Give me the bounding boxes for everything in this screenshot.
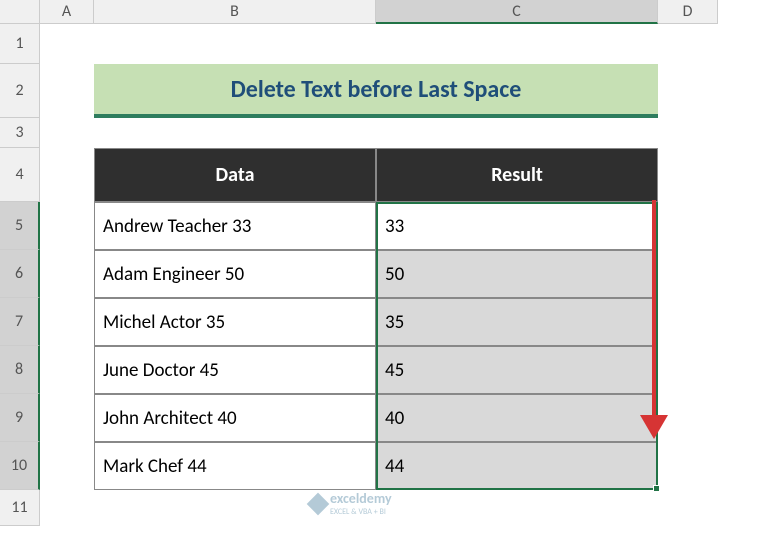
row-header-9[interactable]: 9 bbox=[0, 394, 40, 442]
result-cell-C9[interactable]: 40 bbox=[376, 394, 658, 442]
data-cell-B8[interactable]: June Doctor 45 bbox=[94, 346, 376, 394]
data-cell-B10[interactable]: Mark Chef 44 bbox=[94, 442, 376, 490]
row-header-6[interactable]: 6 bbox=[0, 250, 40, 298]
row-header-8[interactable]: 8 bbox=[0, 346, 40, 394]
spreadsheet-grid: A B C D 1 2 3 4 5 6 7 8 9 10 11 Delete T… bbox=[0, 0, 767, 542]
data-cell-B5[interactable]: Andrew Teacher 33 bbox=[94, 202, 376, 250]
col-header-B[interactable]: B bbox=[94, 0, 376, 24]
arrow-line bbox=[652, 200, 656, 420]
data-cell-B7[interactable]: Michel Actor 35 bbox=[94, 298, 376, 346]
row-header-1[interactable]: 1 bbox=[0, 24, 40, 64]
row-headers: 1 2 3 4 5 6 7 8 9 10 11 bbox=[0, 24, 40, 526]
row-header-11[interactable]: 11 bbox=[0, 490, 40, 526]
watermark-icon bbox=[307, 492, 330, 515]
select-all-corner[interactable] bbox=[0, 0, 40, 24]
watermark: exceldemy EXCEL & VBA + BI bbox=[310, 490, 392, 517]
row-header-3[interactable]: 3 bbox=[0, 118, 40, 148]
arrow-head-icon bbox=[640, 415, 668, 439]
result-cell-C7[interactable]: 35 bbox=[376, 298, 658, 346]
row-header-2[interactable]: 2 bbox=[0, 64, 40, 118]
column-headers: A B C D bbox=[0, 0, 718, 24]
col-header-D[interactable]: D bbox=[658, 0, 718, 24]
col-header-C[interactable]: C bbox=[376, 0, 658, 24]
result-cell-C8[interactable]: 45 bbox=[376, 346, 658, 394]
data-cell-B6[interactable]: Adam Engineer 50 bbox=[94, 250, 376, 298]
result-cell-C10[interactable]: 44 bbox=[376, 442, 658, 490]
title-cell[interactable]: Delete Text before Last Space bbox=[94, 64, 658, 118]
watermark-subtext: EXCEL & VBA + BI bbox=[330, 507, 392, 517]
result-cell-C5[interactable]: 33 bbox=[376, 202, 658, 250]
result-header-cell[interactable]: Result bbox=[376, 148, 658, 202]
watermark-text: exceldemy bbox=[330, 490, 392, 507]
row-header-7[interactable]: 7 bbox=[0, 298, 40, 346]
result-cell-C6[interactable]: 50 bbox=[376, 250, 658, 298]
col-header-A[interactable]: A bbox=[40, 0, 94, 24]
row-header-10[interactable]: 10 bbox=[0, 442, 40, 490]
data-header-cell[interactable]: Data bbox=[94, 148, 376, 202]
row-header-4[interactable]: 4 bbox=[0, 148, 40, 202]
drag-arrow-annotation bbox=[640, 200, 670, 450]
data-cell-B9[interactable]: John Architect 40 bbox=[94, 394, 376, 442]
row-header-5[interactable]: 5 bbox=[0, 202, 40, 250]
